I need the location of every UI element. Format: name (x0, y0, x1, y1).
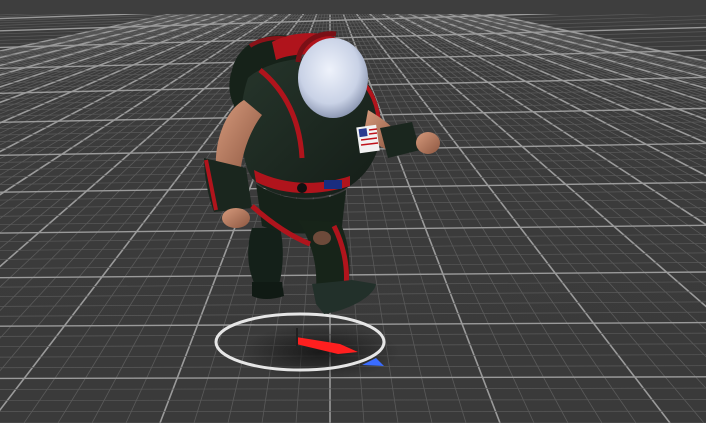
grid-line (0, 224, 706, 234)
scene-canvas[interactable] (0, 0, 706, 423)
horizon-haze (0, 0, 706, 14)
character-helmet (298, 38, 368, 118)
character-left-hand (222, 208, 250, 228)
grid-line (406, 7, 706, 121)
grid-line (0, 399, 706, 401)
grid-line (461, 7, 706, 62)
character-back-leg (248, 228, 283, 290)
grid-line (404, 7, 706, 125)
grid-line (0, 198, 706, 209)
character-right-hand (416, 132, 440, 154)
grid-line (417, 7, 706, 103)
belt-pouch (297, 183, 307, 193)
grid-line (0, 216, 706, 225)
grid-line (446, 7, 706, 73)
grid-line (409, 7, 706, 117)
us-flag-patch (356, 124, 380, 154)
grid-line (0, 181, 706, 193)
grid-line (0, 252, 706, 260)
grid-line (0, 261, 706, 269)
grid-line (448, 7, 706, 71)
grid-line (0, 321, 706, 327)
belt-buckle (324, 180, 342, 189)
3d-viewport[interactable] (0, 0, 706, 423)
character-front-boot (312, 280, 376, 314)
grid-line (395, 7, 706, 144)
character-shadow (240, 324, 400, 380)
grid-line (0, 387, 706, 390)
grid-line (0, 190, 706, 201)
grid-line (393, 7, 706, 149)
grid-line (0, 311, 706, 317)
grid-line (400, 7, 706, 134)
grid-line (0, 233, 706, 243)
character-back-boot (252, 282, 284, 299)
grid-line (450, 7, 706, 70)
knee-joint (313, 231, 331, 245)
